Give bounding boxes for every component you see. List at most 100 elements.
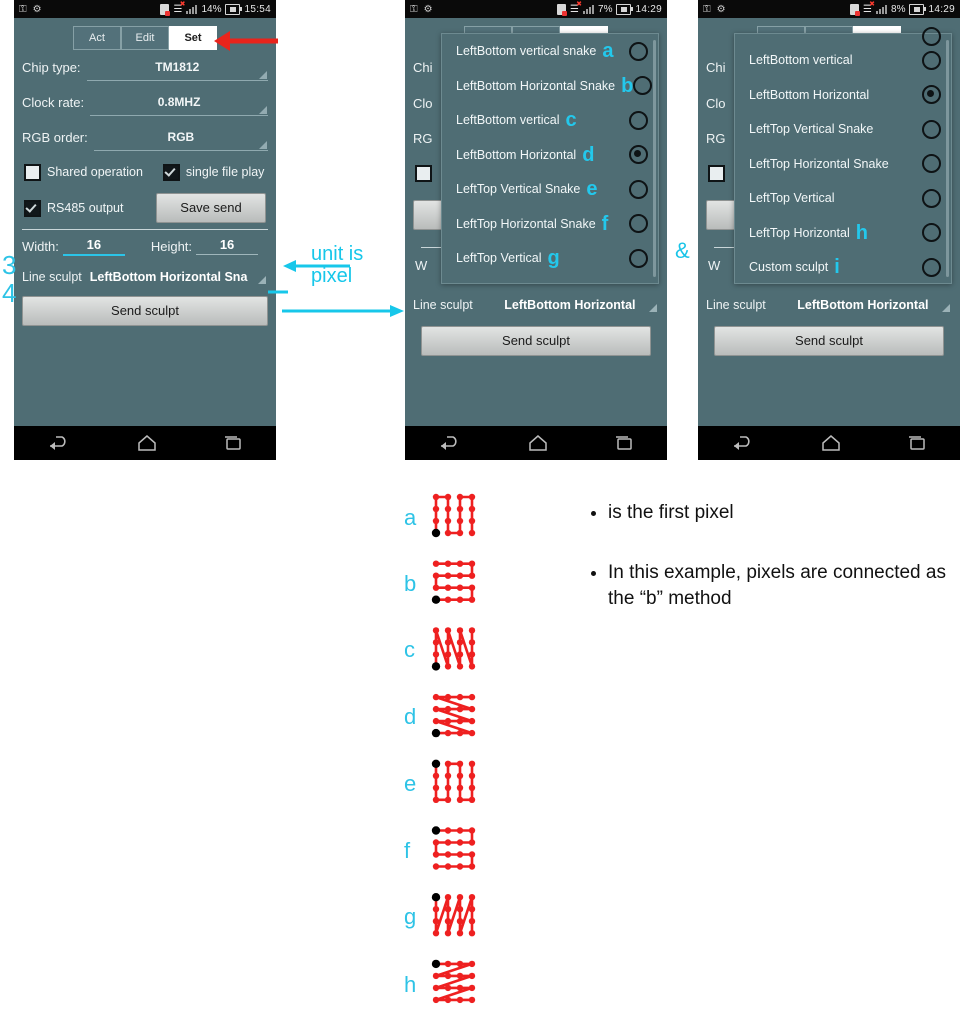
bullet-example-method: In this example, pixels are connected as… bbox=[608, 560, 956, 612]
shared-operation-checkbox[interactable] bbox=[415, 165, 432, 187]
chip-type-spinner[interactable]: TM1812 bbox=[86, 54, 268, 81]
radio-button[interactable] bbox=[922, 27, 941, 46]
battery-icon bbox=[616, 3, 634, 15]
battery-icon bbox=[225, 3, 243, 15]
back-icon[interactable] bbox=[437, 434, 463, 452]
dropdown-item-lefttop-vertical[interactable]: LeftTop Vertical bbox=[735, 181, 951, 216]
step-number-3: 3 bbox=[2, 250, 17, 280]
step-number-4: 4 bbox=[2, 278, 17, 308]
tab-edit[interactable]: Edit bbox=[121, 26, 169, 50]
dropdown-item-d[interactable]: LeftBottom Horizontal d bbox=[442, 138, 658, 173]
item-label: LeftTop Horizontal Snake bbox=[456, 216, 596, 231]
radio-button[interactable] bbox=[922, 50, 941, 70]
line-sculpt-spinner[interactable]: LeftBottom Horizontal bbox=[774, 298, 952, 312]
radio-button[interactable] bbox=[629, 145, 648, 165]
item-label: LeftBottom vertical bbox=[749, 53, 853, 68]
radio-button[interactable] bbox=[922, 119, 941, 139]
radio-button[interactable] bbox=[629, 41, 648, 61]
radio-button[interactable] bbox=[629, 179, 648, 199]
item-label: Custom sculpt bbox=[749, 260, 829, 275]
chevron-down-icon bbox=[648, 304, 657, 312]
radio-button[interactable] bbox=[629, 214, 648, 234]
single-file-play-checkbox[interactable] bbox=[162, 163, 180, 181]
tab-act[interactable]: Act bbox=[73, 26, 121, 50]
width-input[interactable]: 16 bbox=[62, 237, 125, 256]
line-sculpt-row: Line sculpt LeftBottom Horizontal bbox=[405, 290, 667, 320]
send-sculpt-button[interactable]: Send sculpt bbox=[421, 326, 651, 356]
status-clock: 14:29 bbox=[928, 3, 955, 15]
line-sculpt-value: LeftBottom Horizontal Sna bbox=[89, 270, 248, 284]
phone-screenshot-left: ⚿ ⚙ ☰ ✖ 14% 15:54 Act Edit Set Chip type:… bbox=[14, 0, 276, 460]
document-alert-icon bbox=[160, 3, 171, 16]
shared-operation-checkbox[interactable] bbox=[708, 165, 725, 187]
line-sculpt-spinner[interactable]: LeftBottom Horizontal Sna bbox=[90, 270, 268, 284]
phone-screenshot-middle: ⚿ ⚙ ☰ ✖ 7% 14:29 Chi Clo RG W LeftBottom … bbox=[405, 0, 667, 460]
item-label: LeftTop Vertical Snake bbox=[749, 122, 874, 137]
item-label: LeftTop Horizontal Snake bbox=[749, 156, 889, 171]
recents-icon[interactable] bbox=[906, 434, 928, 452]
width-label: Width: bbox=[22, 238, 59, 254]
dropdown-item-i[interactable]: Custom sculpt i bbox=[735, 250, 951, 285]
dropdown-item-e[interactable]: LeftTop Vertical Snake e bbox=[442, 172, 658, 207]
recents-icon[interactable] bbox=[222, 434, 244, 452]
line-sculpt-spinner[interactable]: LeftBottom Horizontal bbox=[481, 298, 659, 312]
home-icon[interactable] bbox=[527, 433, 549, 453]
diagram-label-f: f bbox=[404, 838, 411, 863]
home-icon[interactable] bbox=[136, 433, 158, 453]
dropdown-item-b[interactable]: LeftBottom Horizontal Snake b bbox=[442, 69, 658, 104]
dropdown-item-leftbottom-vertical[interactable]: LeftBottom vertical bbox=[735, 43, 951, 78]
clock-rate-label: Clock rate: bbox=[22, 95, 85, 110]
send-sculpt-button[interactable]: Send sculpt bbox=[22, 296, 268, 326]
dropdown-item-f[interactable]: LeftTop Horizontal Snake f bbox=[442, 207, 658, 242]
usb-icon: ⚿ bbox=[19, 3, 27, 15]
save-send-button[interactable]: Save send bbox=[156, 193, 266, 223]
unit-arrow-right bbox=[282, 305, 404, 317]
wifi-icon: ☰ ✖ bbox=[863, 0, 876, 15]
line-sculpt-label: Line sculpt bbox=[706, 298, 766, 312]
battery-percent: 14% bbox=[201, 3, 222, 15]
radio-button[interactable] bbox=[922, 154, 941, 174]
chip-type-row: Chip type: TM1812 bbox=[14, 50, 276, 85]
rs485-output-checkbox[interactable] bbox=[24, 199, 41, 217]
diagram-label-d: d bbox=[404, 704, 417, 729]
width-label-partial: W bbox=[708, 258, 721, 273]
rgb-order-spinner[interactable]: RGB bbox=[93, 124, 268, 151]
checkbox-row-1: Shared operation single file play bbox=[14, 155, 276, 189]
dropdown-item-lefttop-vertical-snake[interactable]: LeftTop Vertical Snake bbox=[735, 112, 951, 147]
chip-type-label-partial: Chi bbox=[706, 60, 726, 75]
radio-button[interactable] bbox=[922, 223, 941, 243]
chevron-down-icon bbox=[941, 304, 950, 312]
diagram-label-c: c bbox=[404, 637, 415, 662]
line-sculpt-dropdown[interactable]: LeftBottom vertical LeftBottom Horizonta… bbox=[734, 27, 952, 285]
recents-icon[interactable] bbox=[613, 434, 635, 452]
dropdown-item-g[interactable]: LeftTop Vertical g bbox=[442, 241, 658, 276]
radio-button[interactable] bbox=[922, 257, 941, 277]
dropdown-item-leftbottom-horizontal[interactable]: LeftBottom Horizontal bbox=[735, 78, 951, 113]
dropdown-item-h[interactable]: LeftTop Horizontal h bbox=[735, 216, 951, 251]
send-sculpt-button[interactable]: Send sculpt bbox=[714, 326, 944, 356]
line-sculpt-pointer bbox=[268, 290, 288, 294]
radio-button[interactable] bbox=[922, 85, 941, 105]
item-marker: c bbox=[565, 109, 577, 132]
line-sculpt-dropdown[interactable]: LeftBottom vertical snake a LeftBottom H… bbox=[441, 33, 659, 284]
radio-button[interactable] bbox=[633, 76, 653, 96]
dropdown-scrollbar[interactable] bbox=[653, 40, 656, 277]
dropdown-scrollbar[interactable] bbox=[946, 40, 949, 277]
line-sculpt-row: Line sculpt LeftBottom Horizontal Sna bbox=[14, 262, 276, 292]
back-icon[interactable] bbox=[730, 434, 756, 452]
shared-operation-checkbox[interactable] bbox=[24, 163, 41, 181]
height-input[interactable]: 16 bbox=[196, 237, 259, 255]
home-icon[interactable] bbox=[820, 433, 842, 453]
radio-button[interactable] bbox=[629, 110, 648, 130]
item-label: LeftBottom vertical snake bbox=[456, 44, 597, 59]
dropdown-item-a[interactable]: LeftBottom vertical snake a bbox=[442, 34, 658, 69]
dropdown-item-lefttop-horizontal-snake[interactable]: LeftTop Horizontal Snake bbox=[735, 147, 951, 182]
radio-button[interactable] bbox=[922, 188, 941, 208]
clock-rate-spinner[interactable]: 0.8MHZ bbox=[90, 89, 268, 116]
chip-type-label: Chip type: bbox=[22, 60, 81, 75]
diagram-label-b: b bbox=[404, 571, 417, 596]
unit-note-line2: pixel bbox=[311, 265, 353, 287]
radio-button[interactable] bbox=[629, 248, 648, 268]
dropdown-item-c[interactable]: LeftBottom vertical c bbox=[442, 103, 658, 138]
back-icon[interactable] bbox=[46, 434, 72, 452]
